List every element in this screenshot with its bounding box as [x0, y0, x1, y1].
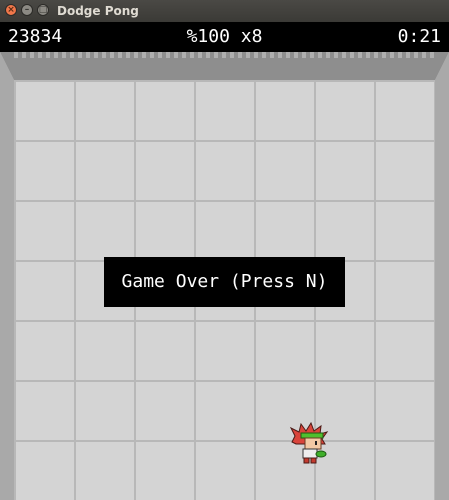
player-headband	[300, 432, 324, 439]
wall-spikes	[14, 52, 435, 58]
status-readout: %100 x8	[186, 26, 263, 47]
hud-bar: 23834 %100 x8 0:21	[0, 22, 449, 52]
player-face	[304, 437, 322, 450]
arena-top-wall	[0, 52, 449, 80]
window-close-button[interactable]: ×	[5, 4, 17, 16]
arena-right-wall	[435, 52, 449, 500]
player-sprite	[289, 422, 329, 464]
arena-left-wall	[0, 52, 14, 500]
window-maximize-button[interactable]: □	[37, 4, 49, 16]
player-body	[302, 448, 318, 459]
timer: 0:21	[397, 26, 441, 47]
window-minimize-button[interactable]: –	[21, 4, 33, 16]
game-over-message: Game Over (Press N)	[104, 257, 345, 307]
player-eye	[315, 441, 317, 445]
player-foot-right	[310, 457, 317, 464]
player-arm	[315, 450, 327, 458]
player-foot-left	[303, 457, 310, 464]
window-title: Dodge Pong	[57, 4, 139, 18]
window-titlebar: × – □ Dodge Pong	[0, 0, 449, 22]
